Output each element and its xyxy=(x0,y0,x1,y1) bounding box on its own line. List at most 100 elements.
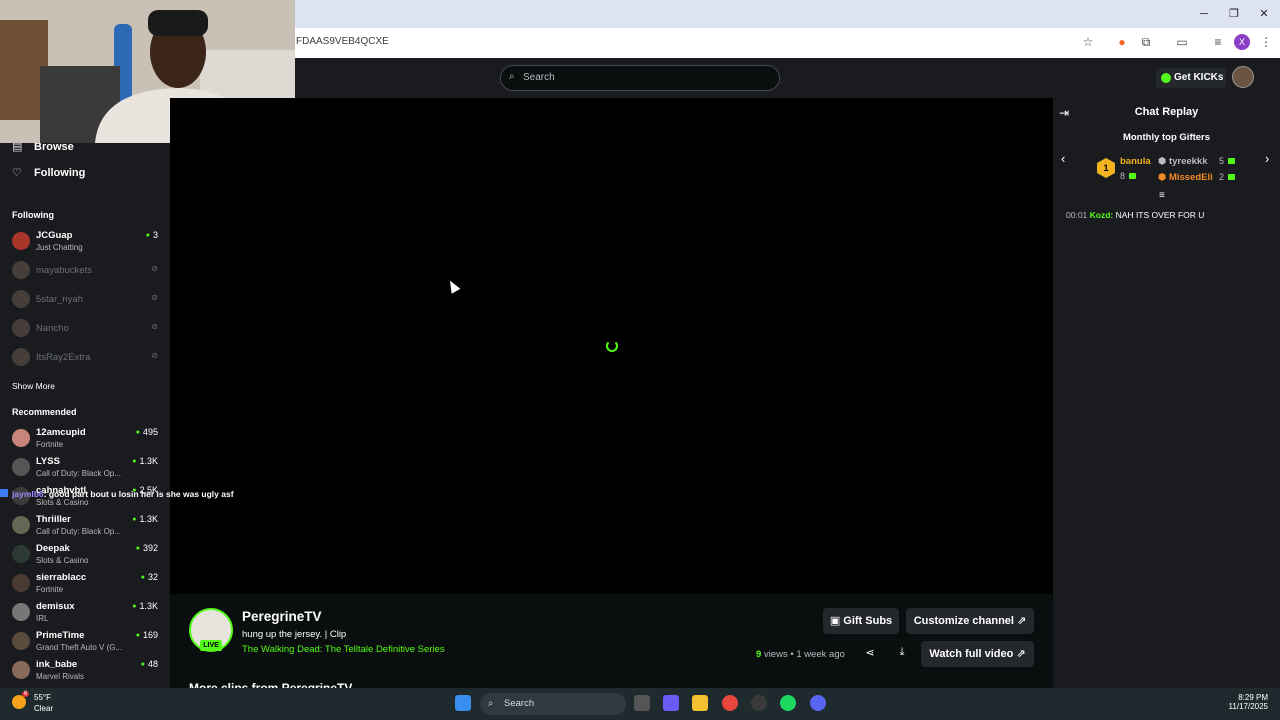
channel-category: Call of Duty: Black Op... xyxy=(36,469,121,478)
avatar xyxy=(12,574,30,592)
channel-name: 12amcupid xyxy=(36,427,86,438)
url-text[interactable]: FDAAS9VEB4QCXE xyxy=(296,36,389,47)
nav-following[interactable]: ♡ Following xyxy=(12,166,85,179)
customize-channel-button[interactable]: Customize channel ⇗ xyxy=(906,608,1034,634)
channel-name: demisux xyxy=(36,601,75,612)
avatar xyxy=(12,261,30,279)
channel-name: 5star_nyah xyxy=(36,294,84,305)
search-icon: ⌕ xyxy=(509,71,515,82)
channel-item-lyss[interactable]: LYSS Call of Duty: Black Op... 1.3K xyxy=(12,455,162,483)
chat-message: 00:01 Kozd: NAH ITS OVER FOR U xyxy=(1066,210,1204,220)
gift-icon: ▣ xyxy=(829,615,841,627)
weather-widget[interactable]: 6 55°F Clear xyxy=(12,691,72,715)
profile-icon[interactable]: X xyxy=(1234,34,1250,50)
channel-item-nancho[interactable]: Nancho ⊘ xyxy=(12,316,162,344)
channel-item-demisux[interactable]: demisux IRL 1.3K xyxy=(12,600,162,628)
file-explorer-icon[interactable] xyxy=(692,695,708,711)
system-clock[interactable]: 8:29 PM 11/17/2025 xyxy=(1229,693,1268,711)
clock-date: 11/17/2025 xyxy=(1228,702,1268,711)
gifter-count: 2 xyxy=(1219,172,1236,182)
windows-start-icon[interactable] xyxy=(455,695,471,711)
channel-name: Deepak xyxy=(36,543,70,554)
chat-badge-icon xyxy=(0,489,8,497)
channel-category: Grand Theft Auto V (G... xyxy=(36,643,123,652)
user-avatar[interactable] xyxy=(1232,66,1254,88)
spotify-icon[interactable] xyxy=(780,695,796,711)
download-icon[interactable]: ⤓ xyxy=(892,646,912,662)
avatar xyxy=(12,319,30,337)
watch-full-video-button[interactable]: Watch full video ⇗ xyxy=(921,641,1034,667)
taskbar-search[interactable]: ⌕ Search xyxy=(480,693,626,715)
channel-category: Fortnite xyxy=(36,440,64,449)
channel-item-5star-nyah[interactable]: 5star_nyah ⊘ xyxy=(12,287,162,315)
views-count: 9 xyxy=(756,649,762,660)
gifter-name[interactable]: ⬢ tyreekkk xyxy=(1158,156,1208,167)
channel-item-ink-babe[interactable]: ink_babe Marvel Rivals 48 xyxy=(12,658,162,686)
viewer-count: 1.3K xyxy=(132,514,158,524)
task-view-icon[interactable] xyxy=(634,695,650,711)
streamer-name[interactable]: PeregrineTV xyxy=(242,609,322,624)
overlay-chat-message: jaymlb6: good part bout u losin her is s… xyxy=(0,489,234,501)
taskbar-search-label: Search xyxy=(504,698,535,709)
viewer-count: 48 xyxy=(141,659,158,669)
show-more-link[interactable]: Show More xyxy=(12,381,55,391)
cast-icon[interactable]: ▭ xyxy=(1174,34,1190,50)
chrome-icon[interactable] xyxy=(722,695,738,711)
loading-spinner-icon xyxy=(606,340,618,352)
channel-item-12amcupid[interactable]: 12amcupid Fortnite 495 xyxy=(12,426,162,454)
bookmark-star-icon[interactable]: ☆ xyxy=(1080,34,1096,50)
media-icon[interactable]: ≡ xyxy=(1210,34,1226,50)
channel-name: JCGuap xyxy=(36,230,73,241)
minimize-icon[interactable]: ─ xyxy=(1196,6,1212,22)
channel-item-jcguap[interactable]: JCGuap Just Chatting 3 xyxy=(12,229,162,257)
clip-title: hung up the jersey. | Clip xyxy=(242,629,347,640)
search-input[interactable]: ⌕ Search xyxy=(500,65,780,91)
extension-icon[interactable]: ● xyxy=(1114,34,1130,50)
viewer-count: 1.3K xyxy=(132,601,158,611)
external-link-icon: ⇗ xyxy=(1017,615,1027,627)
gift-subs-button[interactable]: ▣ Gift Subs xyxy=(823,608,899,634)
channel-item-thriiller[interactable]: Thriiller Call of Duty: Black Op... 1.3K xyxy=(12,513,162,541)
viewer-count: 32 xyxy=(141,572,158,582)
channel-item-sierrablacc[interactable]: sierrablacc Fortnite 32 xyxy=(12,571,162,599)
copilot-icon[interactable] xyxy=(663,695,679,711)
channel-item-itsray2extra[interactable]: ItsRay2Extra ⊘ xyxy=(12,345,162,373)
channel-item-primetime[interactable]: PrimeTime Grand Theft Auto V (G... 169 xyxy=(12,629,162,657)
chat-username[interactable]: Kozd: xyxy=(1090,210,1114,220)
gifter-count: 8 xyxy=(1120,171,1137,181)
viewer-count: 495 xyxy=(136,427,158,437)
video-player[interactable] xyxy=(170,98,1053,594)
chevron-left-icon[interactable]: ‹ xyxy=(1061,151,1065,166)
chat-title: Chat Replay xyxy=(1134,106,1199,118)
chevron-right-icon[interactable]: › xyxy=(1265,151,1269,166)
get-kicks-button[interactable]: Get KICKs xyxy=(1156,68,1226,88)
gifter-name[interactable]: ⬢ MissedEli xyxy=(1158,172,1213,183)
discord-icon[interactable] xyxy=(810,695,826,711)
close-icon[interactable]: ✕ xyxy=(1256,6,1272,22)
menu-dots-icon[interactable]: ⋮ xyxy=(1258,34,1274,50)
stream-info: LIVE PeregrineTV hung up the jersey. | C… xyxy=(170,594,1053,695)
avatar xyxy=(12,348,30,366)
channel-category: Call of Duty: Black Op... xyxy=(36,527,121,536)
viewer-count: 392 xyxy=(136,543,158,553)
share-icon[interactable]: ⋖ xyxy=(860,646,880,662)
gifter-name[interactable]: banula xyxy=(1120,156,1151,167)
game-link[interactable]: The Walking Dead: The Telltale Definitiv… xyxy=(242,644,445,655)
channel-item-deepak[interactable]: Deepak Slots & Casino 392 xyxy=(12,542,162,570)
channel-name: mayabuckets xyxy=(36,265,92,276)
avatar xyxy=(12,545,30,563)
sidebar: ▤ Browse ♡ Following Following JCGuap Just… xyxy=(0,98,170,688)
avatar xyxy=(12,661,30,679)
chat-panel: ⇥ Chat Replay Monthly top Gifters ‹ › 1 … xyxy=(1053,98,1280,688)
offline-icon: ⊘ xyxy=(151,293,158,302)
channel-name: LYSS xyxy=(36,456,60,467)
obs-icon[interactable] xyxy=(751,695,767,711)
channel-item-mayabuckets[interactable]: mayabuckets ⊘ xyxy=(12,258,162,286)
weather-condition: Clear xyxy=(34,704,54,713)
weather-badge: 6 xyxy=(22,691,30,697)
viewer-count: 169 xyxy=(136,630,158,640)
channel-category: IRL xyxy=(36,614,49,623)
extensions-puzzle-icon[interactable]: ⧉ xyxy=(1138,34,1154,50)
expand-gifters-icon[interactable]: ≡ xyxy=(1159,190,1165,201)
restore-icon[interactable]: ❐ xyxy=(1226,6,1242,22)
